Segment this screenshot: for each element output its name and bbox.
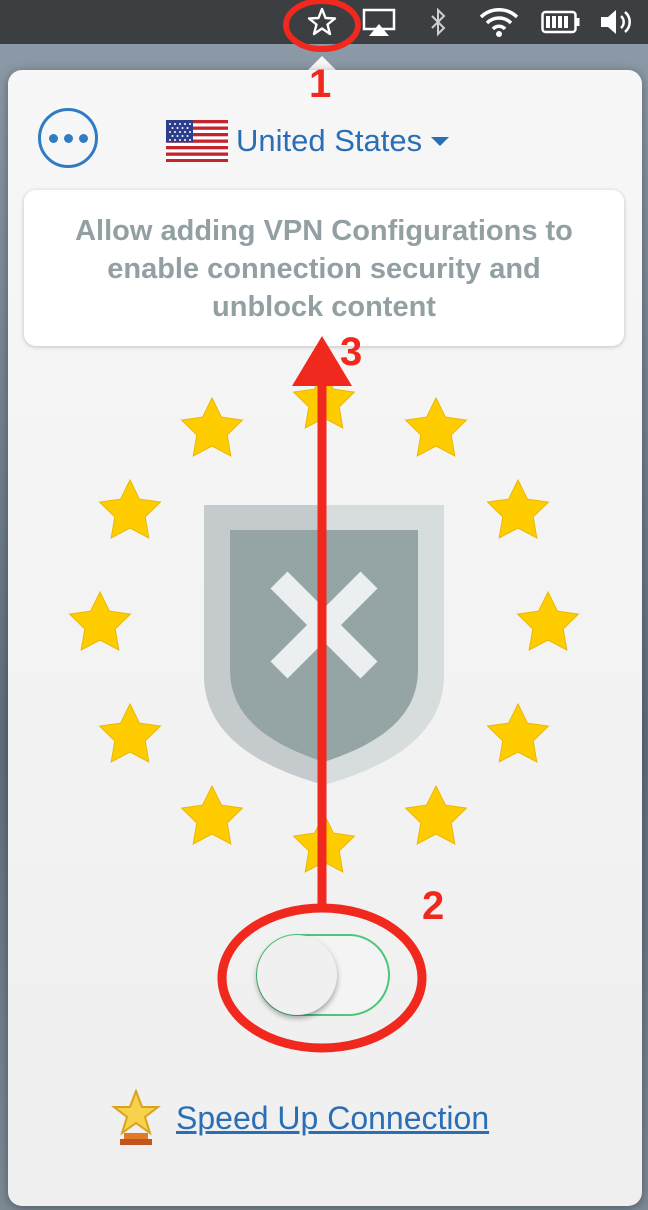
annotation-label-1: 1 — [309, 62, 332, 106]
annotation-circle-2 — [217, 903, 427, 1053]
annotation-label-2: 2 — [422, 884, 445, 928]
annotation-overlay — [217, 0, 427, 1053]
annotation-circle-1 — [283, 0, 361, 52]
annotation-label-3: 3 — [340, 330, 363, 374]
